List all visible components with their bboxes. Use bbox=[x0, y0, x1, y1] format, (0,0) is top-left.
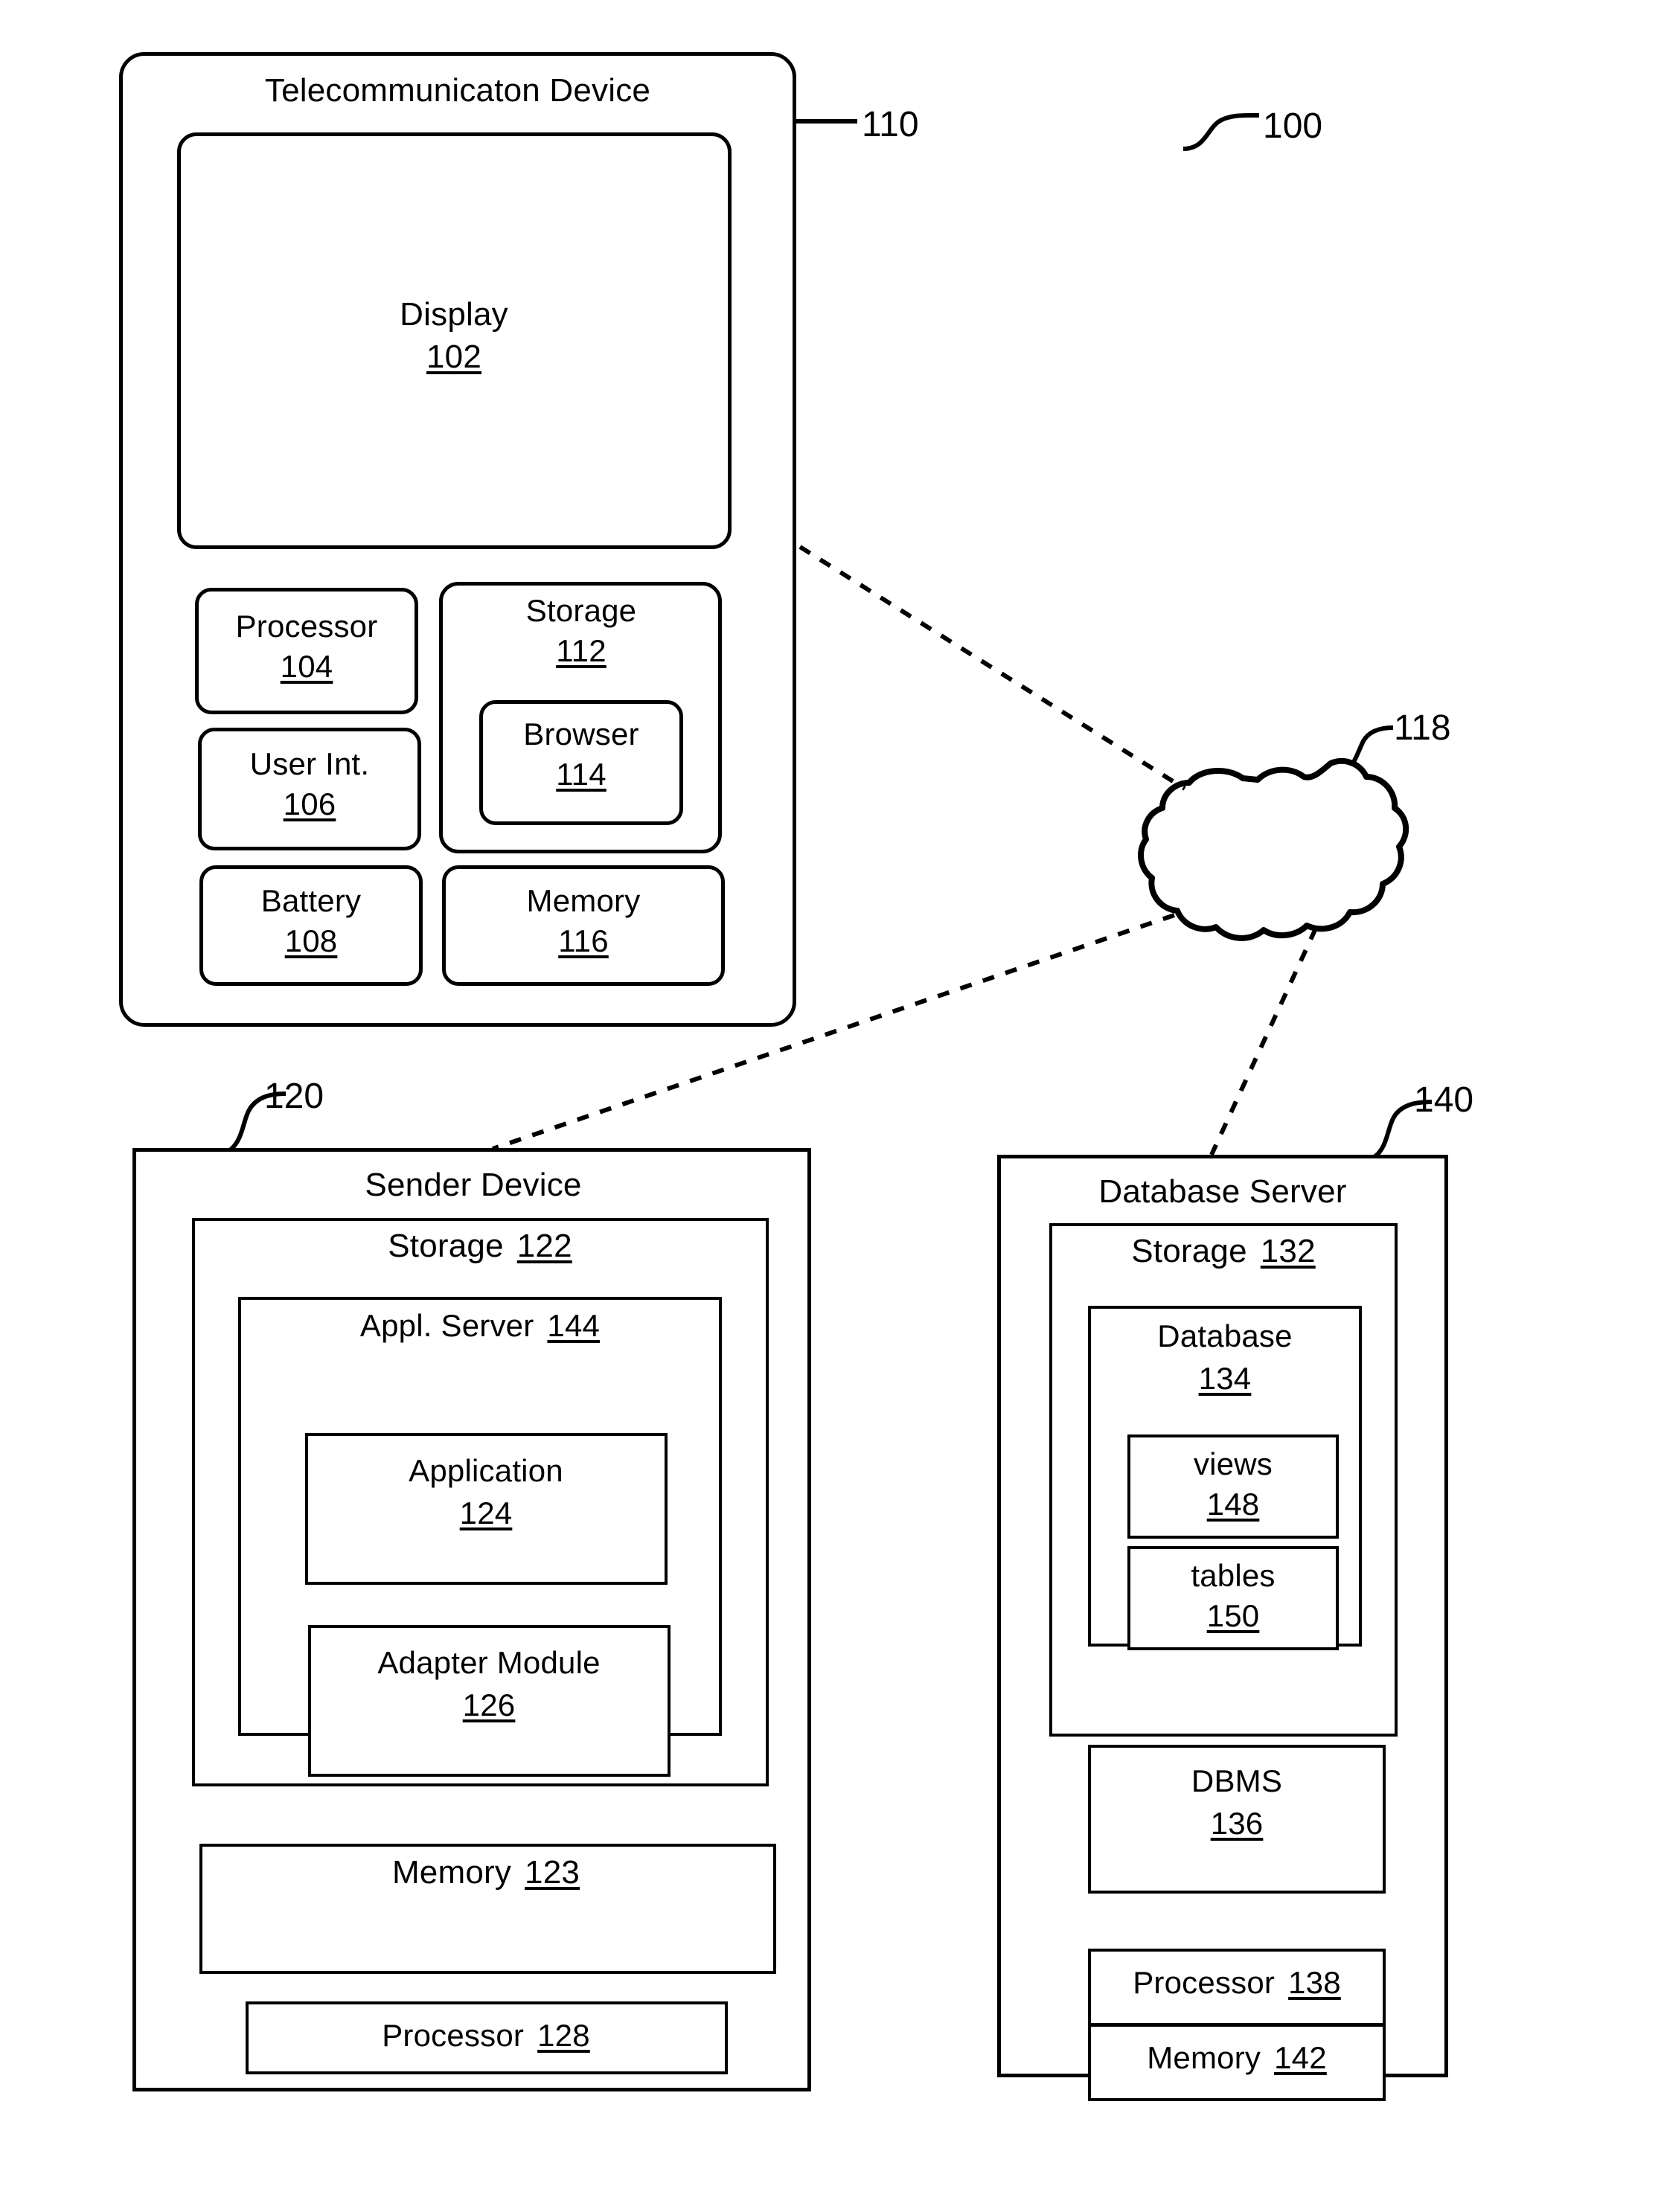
leader-118 bbox=[1338, 725, 1394, 780]
sender-device-title: Sender Device bbox=[365, 1167, 582, 1203]
dbms-label: DBMS bbox=[1191, 1763, 1283, 1798]
sender-processor-text: Processor bbox=[382, 2018, 525, 2053]
storage-112-ref: 112 bbox=[556, 633, 607, 668]
db-memory-label: Memory 142 bbox=[1147, 2040, 1327, 2075]
database-ref: 134 bbox=[1198, 1361, 1252, 1396]
views-ref: 148 bbox=[1206, 1487, 1260, 1522]
sender-storage-label: Storage 122 bbox=[388, 1228, 572, 1264]
appl-server-text: Appl. Server bbox=[359, 1308, 534, 1343]
telecommunication-device-title: Telecommunicaton Device bbox=[264, 72, 651, 109]
sender-processor-ref: 128 bbox=[537, 2018, 590, 2053]
patent-figure: Telecommunicaton Device Display 102 Proc… bbox=[0, 0, 1661, 2212]
db-processor-text: Processor bbox=[1133, 1965, 1276, 2000]
tables-label: tables bbox=[1191, 1558, 1276, 1593]
adapter-module-label: Adapter Module bbox=[377, 1645, 601, 1680]
sender-storage-text: Storage bbox=[388, 1228, 504, 1264]
sender-memory-ref: 123 bbox=[525, 1854, 580, 1891]
db-memory-text: Memory bbox=[1147, 2040, 1261, 2075]
processor-104-ref: 104 bbox=[280, 649, 333, 684]
application-ref: 124 bbox=[459, 1495, 513, 1530]
leader-100 bbox=[1182, 112, 1260, 151]
views-label: views bbox=[1193, 1446, 1273, 1481]
application-label: Application bbox=[409, 1453, 563, 1488]
display-ref: 102 bbox=[426, 339, 482, 375]
db-processor-label: Processor 138 bbox=[1133, 1965, 1341, 2000]
internet-label: Internet bbox=[1251, 830, 1383, 873]
memory-116-label: Memory bbox=[526, 883, 641, 918]
ref-140: 140 bbox=[1414, 1080, 1474, 1120]
browser-ref: 114 bbox=[556, 757, 607, 792]
processor-104-label: Processor bbox=[235, 609, 378, 644]
tables-ref: 150 bbox=[1206, 1598, 1260, 1633]
ref-100: 100 bbox=[1263, 106, 1323, 146]
db-processor-ref: 138 bbox=[1288, 1965, 1341, 2000]
browser-label: Browser bbox=[523, 717, 639, 751]
database-server-title: Database Server bbox=[1098, 1173, 1347, 1210]
user-interface-ref: 106 bbox=[283, 786, 336, 821]
db-memory-ref: 142 bbox=[1274, 2040, 1327, 2075]
ref-118: 118 bbox=[1394, 708, 1451, 748]
sender-storage-ref: 122 bbox=[516, 1228, 572, 1264]
ref-110: 110 bbox=[862, 105, 919, 144]
db-storage-ref: 132 bbox=[1260, 1233, 1316, 1269]
ref-120: 120 bbox=[264, 1077, 324, 1116]
memory-116-ref: 116 bbox=[558, 923, 609, 958]
sender-processor-label: Processor 128 bbox=[382, 2018, 590, 2053]
sender-memory-label: Memory 123 bbox=[392, 1854, 580, 1891]
user-interface-label: User Int. bbox=[249, 746, 370, 781]
battery-label: Battery bbox=[260, 883, 362, 918]
db-storage-text: Storage bbox=[1131, 1233, 1247, 1269]
sender-memory-text: Memory bbox=[391, 1854, 512, 1891]
dbms-ref: 136 bbox=[1210, 1806, 1264, 1841]
database-label: Database bbox=[1157, 1318, 1293, 1353]
appl-server-label: Appl. Server 144 bbox=[360, 1308, 600, 1343]
db-storage-label: Storage 132 bbox=[1131, 1233, 1316, 1269]
link-telecom-to-internet bbox=[799, 545, 1186, 791]
battery-ref: 108 bbox=[284, 923, 338, 958]
appl-server-ref: 144 bbox=[547, 1308, 601, 1343]
display-label: Display bbox=[400, 296, 508, 333]
adapter-module-ref: 126 bbox=[462, 1687, 516, 1722]
storage-112-label: Storage bbox=[525, 593, 637, 628]
link-internet-to-database bbox=[1209, 927, 1318, 1156]
